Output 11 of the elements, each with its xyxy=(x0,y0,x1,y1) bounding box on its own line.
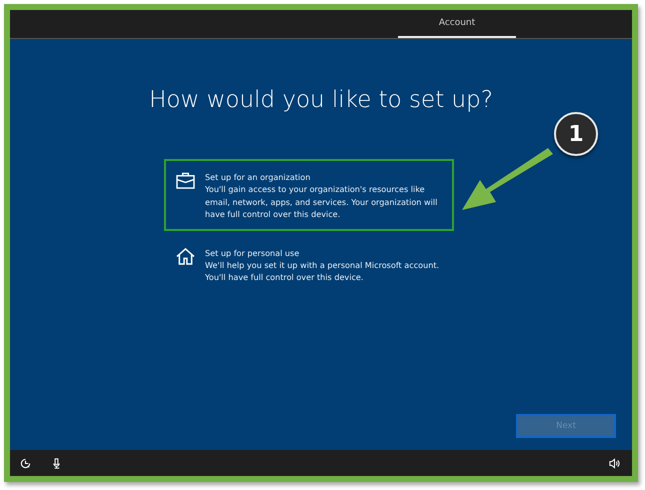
option-description: We'll help you set it up with a personal Microsoft account. You'll have full control over this device. xyxy=(205,259,440,284)
option-title: Set up for an organization xyxy=(205,171,312,184)
microphone-icon xyxy=(51,458,62,468)
briefcase-icon xyxy=(176,172,195,189)
setup-option[interactable]: Set up for personal use We'll help you set it up with a personal Microsoft account. You'll have full control over this device. xyxy=(164,234,454,294)
house-icon xyxy=(176,248,195,265)
page-heading: How would you like to set up? xyxy=(149,87,493,113)
speaker-icon xyxy=(609,458,620,468)
option-description: You'll gain access to your organization's resources like email, network, apps, and services. Your organization will have full control over this device. xyxy=(205,183,438,221)
setup-option[interactable]: Set up for an organization You'll gain access to your organization's resources like email, network, apps, and services. Your organization will have full control over this device. xyxy=(164,159,454,231)
option-title: Set up for personal use xyxy=(205,246,300,260)
